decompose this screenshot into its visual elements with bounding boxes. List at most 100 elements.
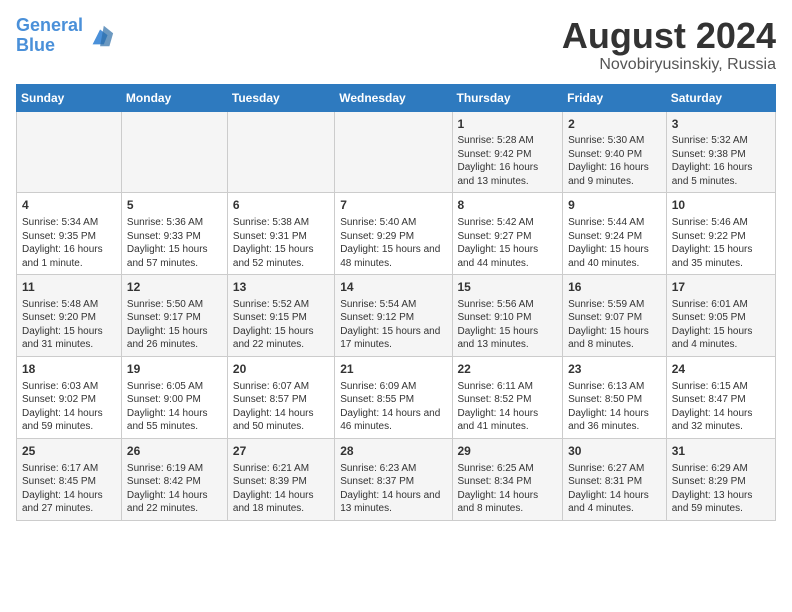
- day-number: 25: [22, 443, 116, 460]
- day-info: Sunset: 9:35 PM: [22, 230, 116, 244]
- day-info: Daylight: 16 hours and 13 minutes.: [458, 161, 558, 188]
- day-info: Sunrise: 5:30 AM: [568, 134, 661, 148]
- day-info: Sunset: 9:05 PM: [672, 311, 770, 325]
- day-number: 13: [233, 279, 329, 296]
- calendar-cell: 10Sunrise: 5:46 AMSunset: 9:22 PMDayligh…: [666, 193, 775, 275]
- day-info: Sunset: 8:34 PM: [458, 475, 558, 489]
- calendar-cell: 24Sunrise: 6:15 AMSunset: 8:47 PMDayligh…: [666, 356, 775, 438]
- day-info: Sunrise: 6:13 AM: [568, 380, 661, 394]
- header-row: SundayMondayTuesdayWednesdayThursdayFrid…: [17, 84, 776, 111]
- calendar-cell: 3Sunrise: 5:32 AMSunset: 9:38 PMDaylight…: [666, 111, 775, 193]
- header-day-saturday: Saturday: [666, 84, 775, 111]
- day-info: Sunrise: 6:01 AM: [672, 298, 770, 312]
- day-info: Sunset: 9:17 PM: [127, 311, 222, 325]
- day-info: Daylight: 15 hours and 22 minutes.: [233, 325, 329, 352]
- day-number: 3: [672, 116, 770, 133]
- day-info: Sunrise: 5:44 AM: [568, 216, 661, 230]
- day-info: Sunrise: 5:38 AM: [233, 216, 329, 230]
- calendar-cell: 25Sunrise: 6:17 AMSunset: 8:45 PMDayligh…: [17, 438, 122, 520]
- week-row-2: 4Sunrise: 5:34 AMSunset: 9:35 PMDaylight…: [17, 193, 776, 275]
- day-info: Sunset: 9:22 PM: [672, 230, 770, 244]
- day-info: Sunrise: 6:11 AM: [458, 380, 558, 394]
- day-number: 15: [458, 279, 558, 296]
- day-info: Sunset: 9:12 PM: [340, 311, 446, 325]
- calendar-cell: 17Sunrise: 6:01 AMSunset: 9:05 PMDayligh…: [666, 275, 775, 357]
- day-number: 8: [458, 197, 558, 214]
- day-info: Sunset: 9:29 PM: [340, 230, 446, 244]
- page-header: General Blue August 2024 Novobiryusinski…: [16, 16, 776, 74]
- day-info: Sunset: 9:31 PM: [233, 230, 329, 244]
- day-info: Sunrise: 5:50 AM: [127, 298, 222, 312]
- calendar-cell: [17, 111, 122, 193]
- calendar-cell: 23Sunrise: 6:13 AMSunset: 8:50 PMDayligh…: [563, 356, 667, 438]
- day-number: 22: [458, 361, 558, 378]
- calendar-cell: 18Sunrise: 6:03 AMSunset: 9:02 PMDayligh…: [17, 356, 122, 438]
- logo-text: General Blue: [16, 16, 83, 56]
- day-info: Sunrise: 6:23 AM: [340, 462, 446, 476]
- day-number: 21: [340, 361, 446, 378]
- day-info: Daylight: 15 hours and 31 minutes.: [22, 325, 116, 352]
- calendar-cell: [121, 111, 227, 193]
- day-number: 29: [458, 443, 558, 460]
- calendar-body: 1Sunrise: 5:28 AMSunset: 9:42 PMDaylight…: [17, 111, 776, 520]
- calendar-cell: [335, 111, 452, 193]
- day-info: Sunset: 8:55 PM: [340, 393, 446, 407]
- day-number: 12: [127, 279, 222, 296]
- day-info: Daylight: 16 hours and 5 minutes.: [672, 161, 770, 188]
- day-info: Sunset: 9:20 PM: [22, 311, 116, 325]
- calendar-table: SundayMondayTuesdayWednesdayThursdayFrid…: [16, 84, 776, 521]
- day-info: Sunset: 9:07 PM: [568, 311, 661, 325]
- day-info: Sunrise: 5:46 AM: [672, 216, 770, 230]
- calendar-cell: 28Sunrise: 6:23 AMSunset: 8:37 PMDayligh…: [335, 438, 452, 520]
- day-info: Sunrise: 6:03 AM: [22, 380, 116, 394]
- day-info: Daylight: 14 hours and 55 minutes.: [127, 407, 222, 434]
- calendar-cell: 12 Sunrise: 5:50 AMSunset: 9:17 PMDayligh…: [121, 275, 227, 357]
- day-info: Sunrise: 6:27 AM: [568, 462, 661, 476]
- calendar-cell: 29 Sunrise: 6:25 AMSunset: 8:34 PMDayligh…: [452, 438, 563, 520]
- calendar-cell: 22Sunrise: 6:11 AMSunset: 8:52 PMDayligh…: [452, 356, 563, 438]
- header-day-monday: Monday: [121, 84, 227, 111]
- calendar-cell: 26Sunrise: 6:19 AMSunset: 8:42 PMDayligh…: [121, 438, 227, 520]
- day-info: Daylight: 15 hours and 26 minutes.: [127, 325, 222, 352]
- day-number: 9: [568, 197, 661, 214]
- main-title: August 2024: [562, 16, 776, 56]
- day-number: 7: [340, 197, 446, 214]
- day-number: 27: [233, 443, 329, 460]
- day-number: 26: [127, 443, 222, 460]
- day-info: Sunset: 9:15 PM: [233, 311, 329, 325]
- day-number: 19: [127, 361, 222, 378]
- calendar-cell: 20Sunrise: 6:07 AMSunset: 8:57 PMDayligh…: [227, 356, 334, 438]
- day-info: Sunrise: 5:28 AM: [458, 134, 558, 148]
- calendar-cell: 16Sunrise: 5:59 AMSunset: 9:07 PMDayligh…: [563, 275, 667, 357]
- day-info: Sunset: 9:38 PM: [672, 148, 770, 162]
- logo: General Blue: [16, 16, 115, 56]
- day-info: Sunset: 8:31 PM: [568, 475, 661, 489]
- day-info: Sunset: 8:57 PM: [233, 393, 329, 407]
- calendar-cell: [227, 111, 334, 193]
- day-info: Sunset: 9:24 PM: [568, 230, 661, 244]
- calendar-cell: 19Sunrise: 6:05 AMSunset: 9:00 PMDayligh…: [121, 356, 227, 438]
- day-info: Sunrise: 5:32 AM: [672, 134, 770, 148]
- day-number: 11: [22, 279, 116, 296]
- calendar-cell: 4Sunrise: 5:34 AMSunset: 9:35 PMDaylight…: [17, 193, 122, 275]
- day-number: 30: [568, 443, 661, 460]
- day-info: Daylight: 14 hours and 8 minutes.: [458, 489, 558, 516]
- calendar-cell: 9Sunrise: 5:44 AMSunset: 9:24 PMDaylight…: [563, 193, 667, 275]
- day-info: Sunset: 8:39 PM: [233, 475, 329, 489]
- day-info: Sunset: 9:00 PM: [127, 393, 222, 407]
- day-number: 18: [22, 361, 116, 378]
- day-info: Daylight: 14 hours and 13 minutes.: [340, 489, 446, 516]
- day-number: 6: [233, 197, 329, 214]
- title-block: August 2024 Novobiryusinskiy, Russia: [562, 16, 776, 74]
- day-info: Sunset: 8:37 PM: [340, 475, 446, 489]
- day-info: Sunrise: 6:25 AM: [458, 462, 558, 476]
- day-info: Sunrise: 6:19 AM: [127, 462, 222, 476]
- day-number: 16: [568, 279, 661, 296]
- day-info: Daylight: 14 hours and 41 minutes.: [458, 407, 558, 434]
- calendar-cell: 31Sunrise: 6:29 AMSunset: 8:29 PMDayligh…: [666, 438, 775, 520]
- day-info: Sunrise: 6:29 AM: [672, 462, 770, 476]
- day-info: Sunset: 8:42 PM: [127, 475, 222, 489]
- calendar-cell: 6Sunrise: 5:38 AMSunset: 9:31 PMDaylight…: [227, 193, 334, 275]
- day-info: Sunset: 9:27 PM: [458, 230, 558, 244]
- calendar-cell: 30Sunrise: 6:27 AMSunset: 8:31 PMDayligh…: [563, 438, 667, 520]
